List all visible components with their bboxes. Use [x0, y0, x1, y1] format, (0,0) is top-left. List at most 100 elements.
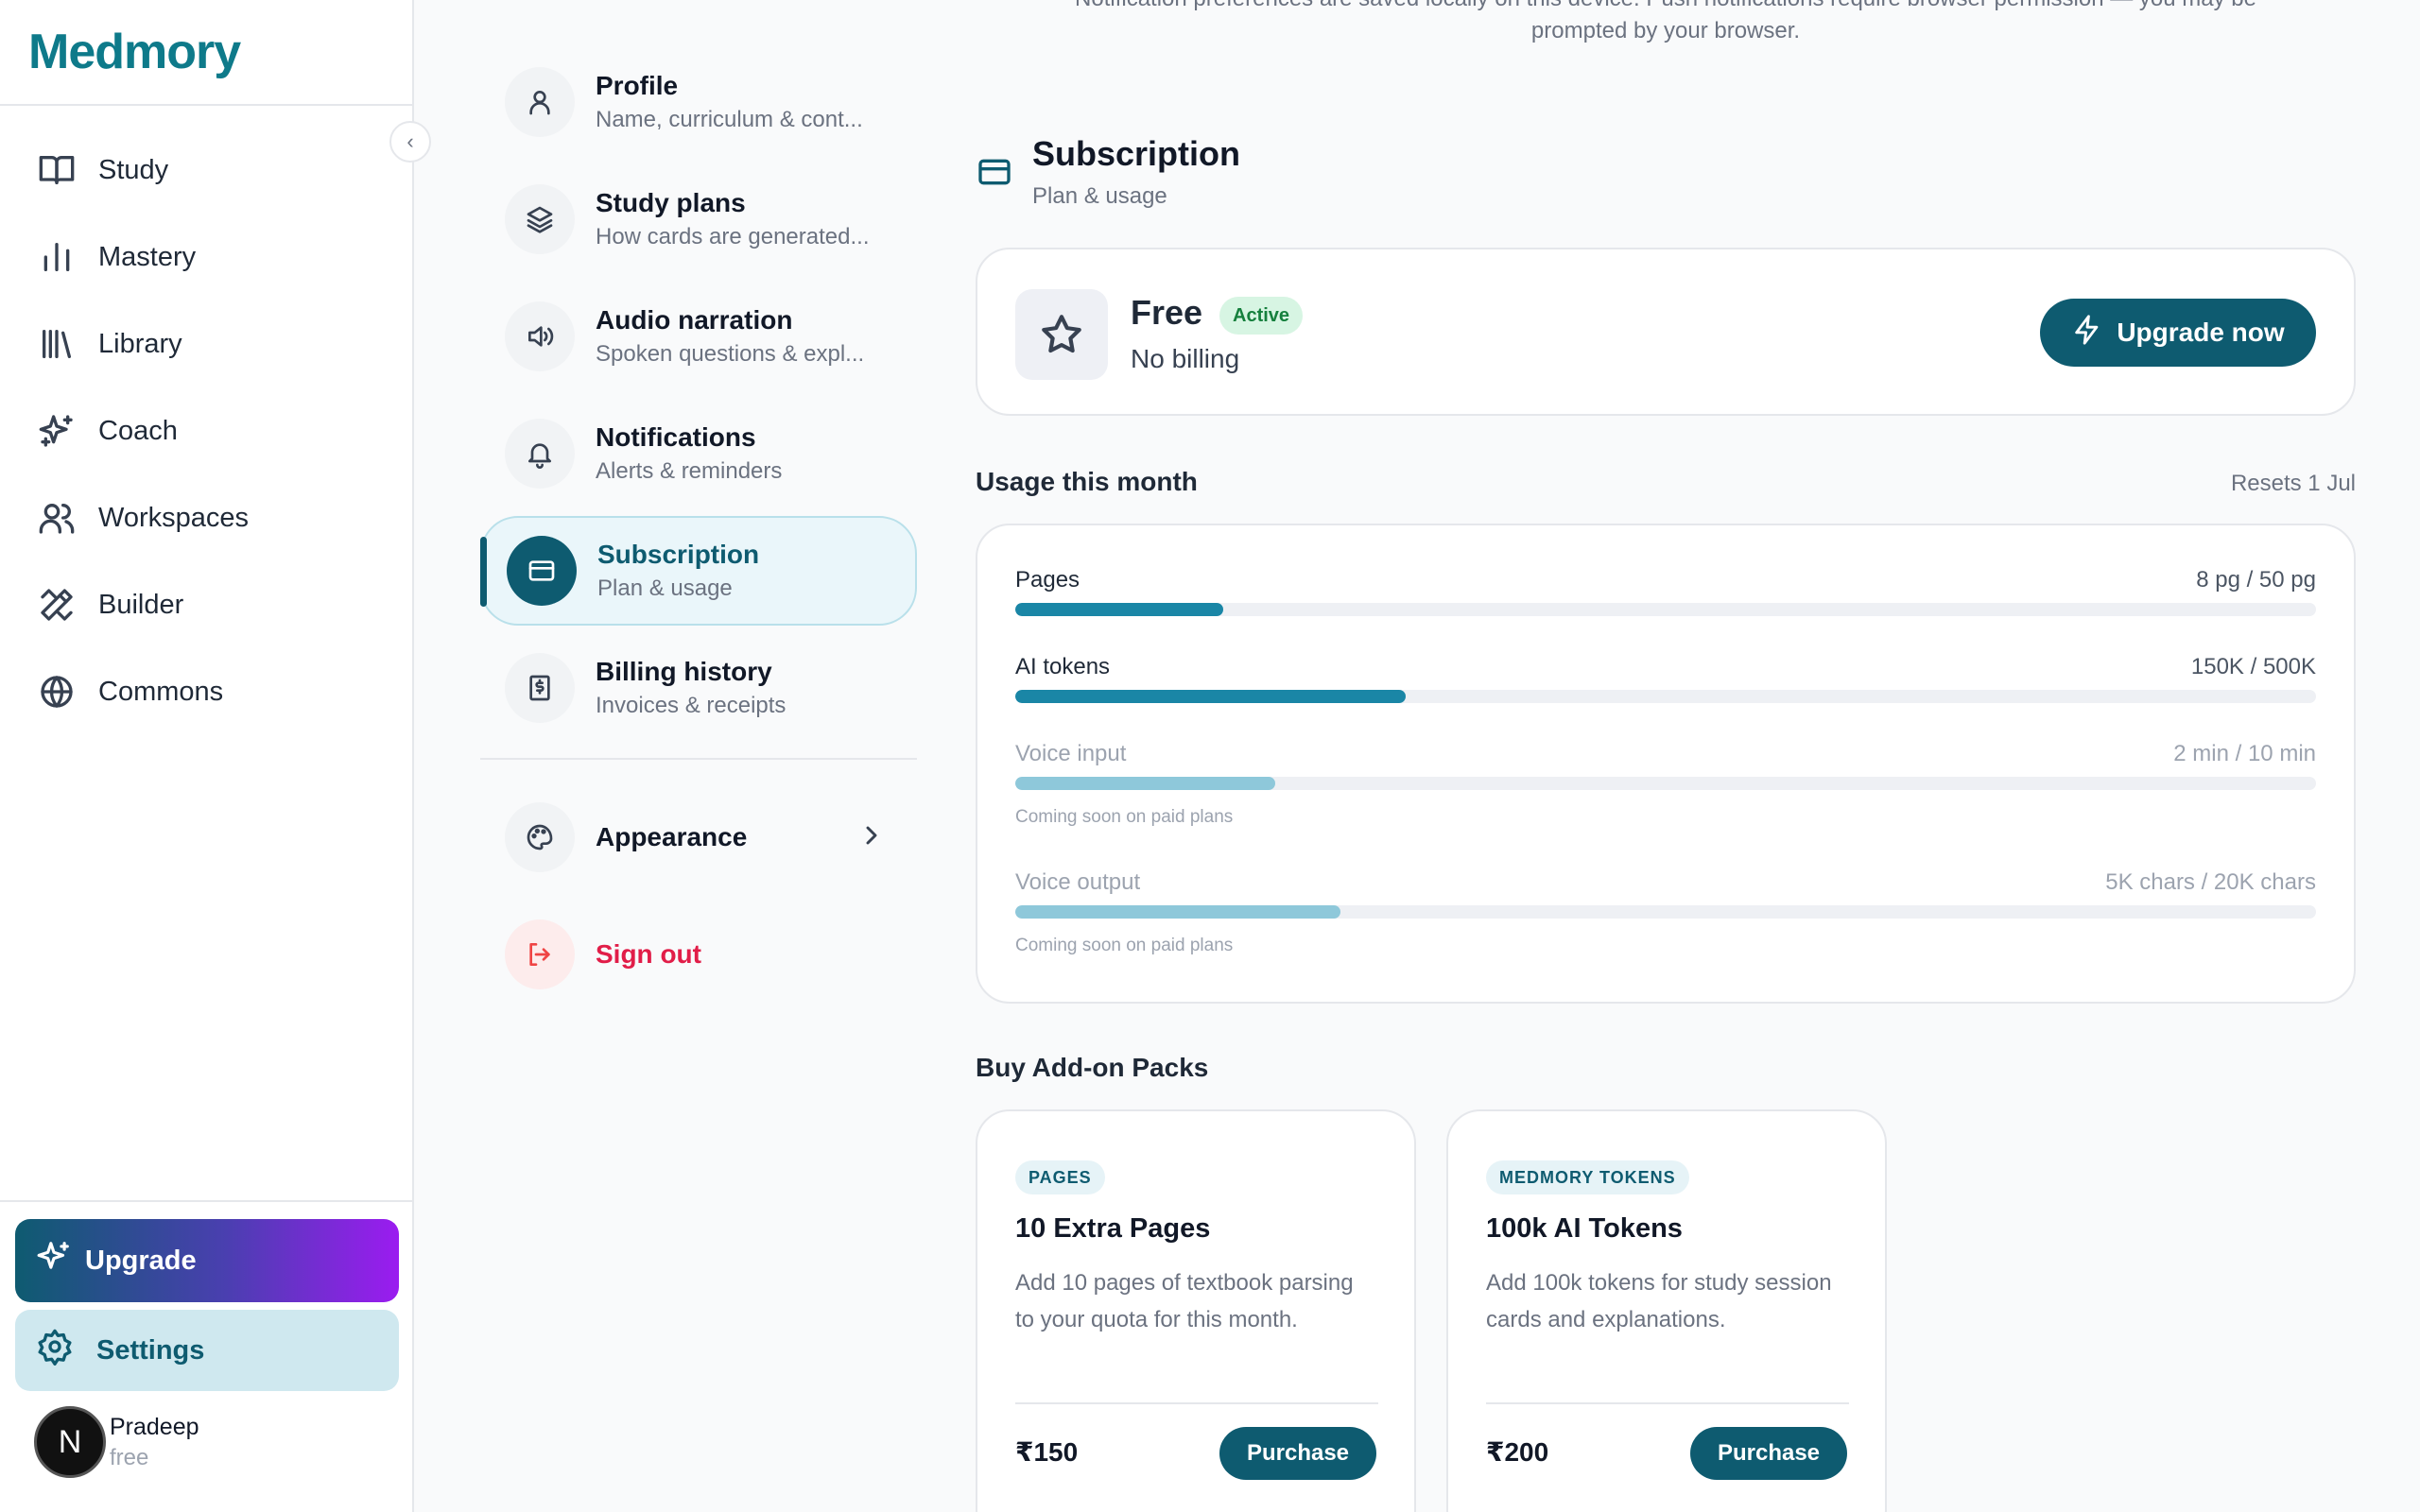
sidebar-item-commons[interactable]: Commons — [0, 648, 412, 735]
sidebar-item-workspaces[interactable]: Workspaces — [0, 474, 412, 561]
usage-note: Coming soon on paid plans — [1015, 807, 1234, 827]
menu-item-subtitle: Plan & usage — [597, 576, 733, 601]
user-name: Pradeep — [110, 1413, 199, 1440]
usage-progress-track — [1015, 777, 2316, 790]
menu-item-title: Profile — [596, 71, 679, 100]
star-icon — [1015, 289, 1108, 380]
sidebar-item-coach[interactable]: Coach — [0, 387, 412, 474]
usage-progress-fill — [1015, 690, 1406, 703]
usage-value: 5K chars / 20K chars — [2105, 869, 2316, 895]
usage-title: Usage this month — [976, 467, 1198, 496]
sidebar-item-label: Study — [98, 154, 169, 185]
pencil-ruler-icon — [36, 584, 78, 626]
addon-divider — [1486, 1402, 1849, 1404]
usage-label: Voice input — [1015, 741, 1127, 766]
usage-card: Pages 8 pg / 50 pg AI tokens 150K / 500K… — [976, 524, 2356, 1004]
usage-value: 2 min / 10 min — [2173, 741, 2316, 766]
usage-label: AI tokens — [1015, 654, 1111, 679]
purchase-button[interactable]: Purchase — [1219, 1427, 1376, 1480]
usage-progress-fill — [1015, 777, 1276, 790]
addon-card-tokens: MEDMORY TOKENS 100k AI Tokens Add 100k t… — [1446, 1109, 1887, 1512]
menu-item-notifications[interactable]: Notifications Alerts & reminders — [480, 399, 917, 508]
chevron-right-icon — [856, 820, 887, 855]
menu-item-study-plans[interactable]: Study plans How cards are generated... — [480, 164, 917, 274]
upgrade-button[interactable]: Upgrade — [15, 1219, 399, 1302]
menu-item-profile[interactable]: Profile Name, curriculum & cont... — [480, 47, 917, 157]
menu-item-title: Study plans — [596, 188, 746, 217]
status-badge: Active — [1219, 297, 1304, 335]
bar-chart-icon — [36, 236, 78, 278]
sign-out-button[interactable]: Sign out — [480, 900, 917, 1009]
lightning-icon — [2071, 314, 2117, 352]
page-title: Subscription — [1032, 134, 1241, 173]
user-icon — [505, 67, 575, 137]
users-icon — [36, 497, 78, 539]
plan-name: Free — [1131, 293, 1203, 332]
user-plan: free — [110, 1444, 149, 1470]
usage-note: Coming soon on paid plans — [1015, 936, 1234, 955]
sidebar-item-study[interactable]: Study — [0, 127, 412, 214]
menu-item-title: Audio narration — [596, 305, 793, 335]
sidebar-nav: Study Mastery Library Coach Workspaces B… — [0, 127, 412, 735]
menu-divider — [480, 758, 917, 760]
menu-item-subtitle: How cards are generated... — [596, 224, 870, 249]
sidebar-collapse-button[interactable]: ‹ — [389, 121, 431, 163]
receipt-icon — [505, 653, 575, 723]
section-header: Subscription Plan & usage — [976, 134, 1240, 210]
addon-title: 100k AI Tokens — [1486, 1213, 1683, 1244]
menu-item-subtitle: Alerts & reminders — [596, 458, 783, 484]
addon-description: Add 100k tokens for study session cards … — [1486, 1270, 1832, 1332]
credit-card-icon — [976, 134, 1032, 196]
upgrade-now-button[interactable]: Upgrade now — [2040, 299, 2316, 367]
sidebar-item-builder[interactable]: Builder — [0, 561, 412, 648]
sidebar-item-mastery[interactable]: Mastery — [0, 214, 412, 301]
usage-reset-date: Resets 1 Jul — [2230, 471, 2356, 496]
addons-title: Buy Add-on Packs — [976, 1053, 1209, 1082]
addon-tag: PAGES — [1015, 1160, 1105, 1194]
upgrade-now-label: Upgrade now — [2117, 318, 2285, 347]
usage-progress-track — [1015, 603, 2316, 616]
library-icon — [36, 323, 78, 365]
bell-icon — [505, 419, 575, 489]
user-profile[interactable]: N Pradeep free — [34, 1406, 199, 1478]
app-logo[interactable]: Medmory — [28, 24, 241, 80]
sparkles-icon — [36, 1239, 85, 1282]
plan-billing: No billing — [1131, 344, 1240, 373]
usage-progress-track — [1015, 905, 2316, 919]
sidebar-item-label: Mastery — [98, 241, 197, 272]
globe-icon — [36, 671, 78, 713]
menu-item-subtitle: Name, curriculum & cont... — [596, 107, 863, 132]
page-subtitle: Plan & usage — [1032, 183, 1167, 209]
credit-card-icon — [507, 536, 577, 606]
speaker-icon — [505, 301, 575, 371]
menu-item-subtitle: Invoices & receipts — [596, 693, 786, 718]
addon-card-pages: PAGES 10 Extra Pages Add 10 pages of tex… — [976, 1109, 1416, 1512]
sparkles-icon — [36, 410, 78, 452]
usage-value: 150K / 500K — [2190, 654, 2316, 679]
menu-item-title: Sign out — [596, 939, 701, 969]
menu-item-subscription[interactable]: Subscription Plan & usage — [480, 516, 917, 626]
addon-divider — [1015, 1402, 1378, 1404]
current-plan-card: Free Active No billing Upgrade now — [976, 248, 2356, 416]
menu-item-title: Notifications — [596, 422, 756, 452]
menu-item-appearance[interactable]: Appearance — [480, 782, 917, 892]
addon-tag: MEDMORY TOKENS — [1486, 1160, 1689, 1194]
sidebar-item-label: Workspaces — [98, 502, 250, 533]
purchase-button[interactable]: Purchase — [1690, 1427, 1847, 1480]
menu-item-title: Subscription — [597, 540, 760, 569]
menu-item-audio-narration[interactable]: Audio narration Spoken questions & expl..… — [480, 282, 917, 391]
sidebar-item-label: Commons — [98, 676, 224, 707]
sidebar-item-label: Builder — [98, 589, 184, 620]
menu-item-subtitle: Spoken questions & expl... — [596, 341, 865, 367]
settings-button[interactable]: Settings — [15, 1310, 399, 1391]
sidebar-item-library[interactable]: Library — [0, 301, 412, 387]
menu-item-billing-history[interactable]: Billing history Invoices & receipts — [480, 633, 917, 743]
addon-price: ₹150 — [1015, 1437, 1079, 1467]
sidebar-item-label: Library — [98, 328, 182, 359]
upgrade-label: Upgrade — [85, 1245, 197, 1276]
logo-area: Medmory — [0, 0, 412, 106]
logout-icon — [505, 919, 575, 989]
usage-value: 8 pg / 50 pg — [2196, 567, 2316, 593]
usage-label: Pages — [1015, 567, 1080, 593]
addon-price: ₹200 — [1486, 1437, 1549, 1467]
